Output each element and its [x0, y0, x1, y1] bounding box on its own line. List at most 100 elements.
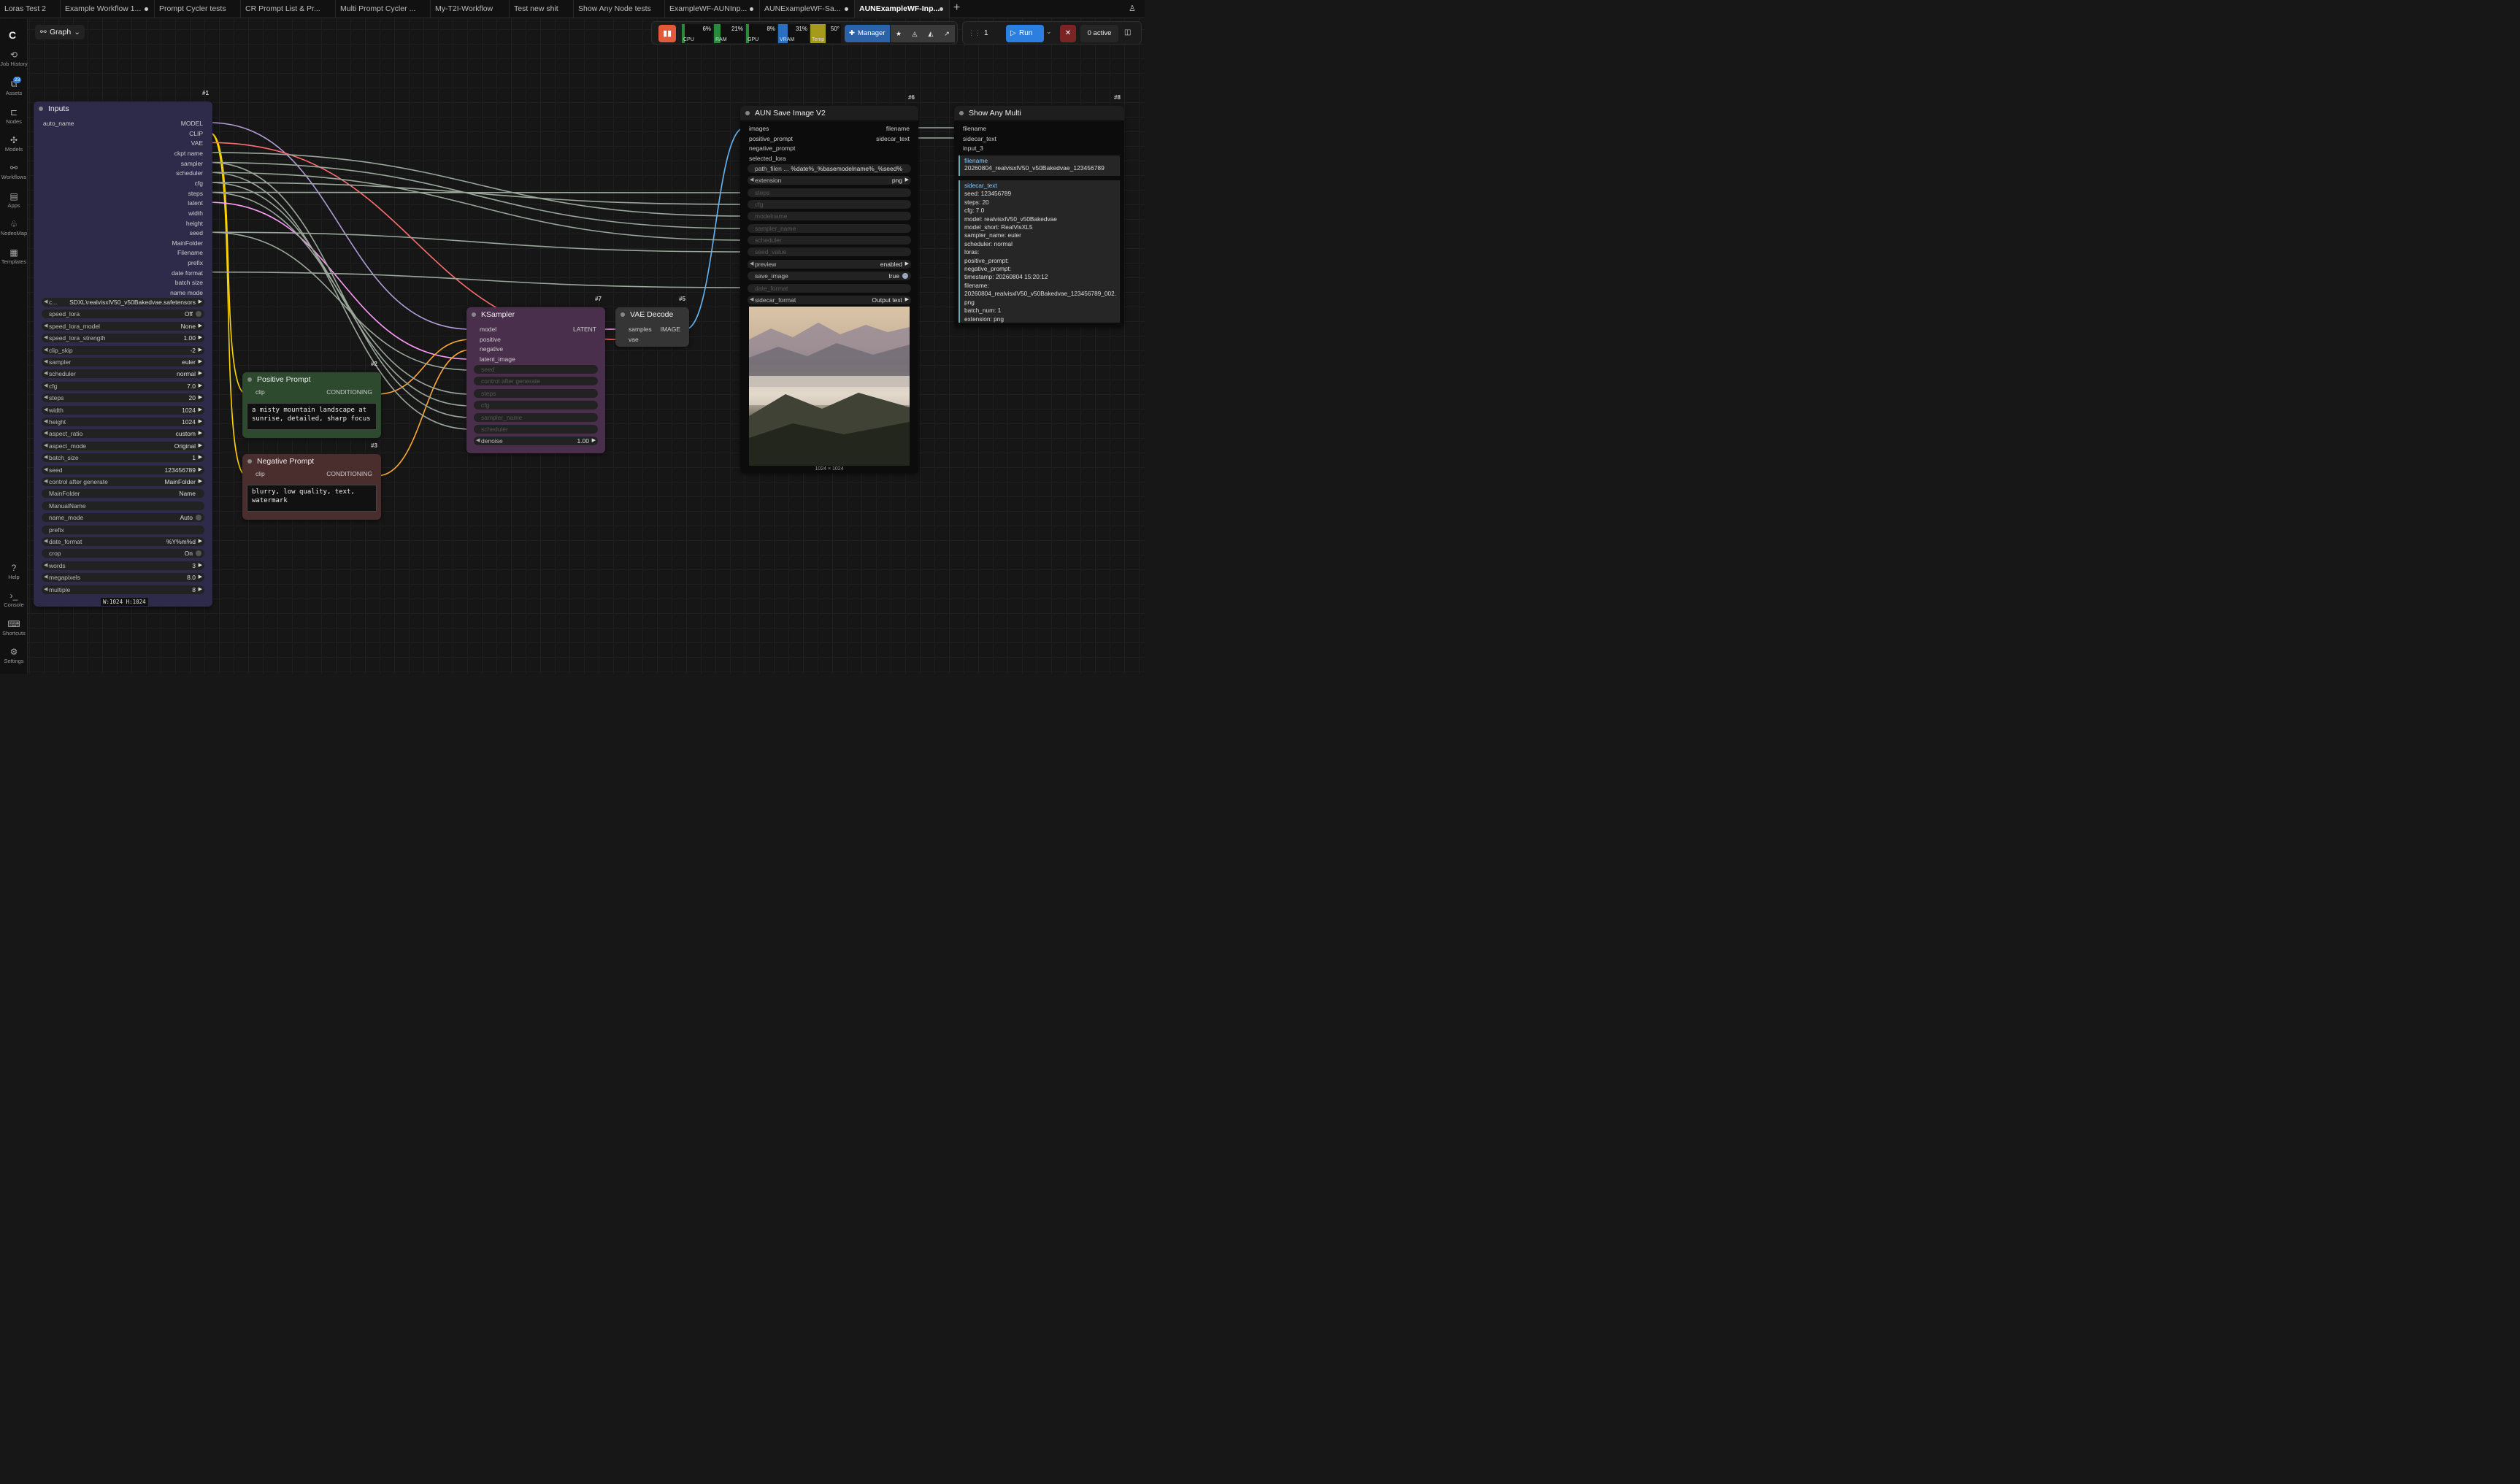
- node-widget[interactable]: steps: [748, 188, 911, 197]
- node-widget[interactable]: ◀ ▶ multiple 8: [42, 585, 204, 594]
- node-slot[interactable]: CLIP: [189, 130, 203, 137]
- decrement-arrow-icon[interactable]: ◀: [44, 358, 47, 366]
- increment-arrow-icon[interactable]: ▶: [199, 453, 202, 462]
- increment-arrow-icon[interactable]: ▶: [199, 382, 202, 391]
- increment-arrow-icon[interactable]: ▶: [199, 573, 202, 582]
- node-slot[interactable]: MODEL: [181, 120, 203, 127]
- node-widget[interactable]: scheduler: [748, 236, 911, 245]
- node-widget[interactable]: date_format: [748, 283, 911, 293]
- node-widget[interactable]: MainFolder Name: [42, 489, 204, 499]
- link-wire[interactable]: [209, 131, 247, 395]
- node-slot[interactable]: date format: [172, 269, 203, 277]
- node-widget[interactable]: control after generate: [474, 377, 598, 386]
- link-wire[interactable]: [209, 161, 745, 229]
- decrement-arrow-icon[interactable]: ◀: [44, 537, 47, 546]
- model-a-icon[interactable]: ◬: [907, 25, 923, 42]
- node-slot[interactable]: negative: [480, 345, 503, 353]
- node-vae-decode[interactable]: VAE Decode samples vae IMAGE: [615, 307, 689, 347]
- increment-arrow-icon[interactable]: ▶: [199, 322, 202, 331]
- increment-arrow-icon[interactable]: ▶: [199, 466, 202, 474]
- node-slot[interactable]: negative_prompt: [749, 145, 795, 152]
- node-slot[interactable]: sampler: [181, 160, 203, 167]
- decrement-arrow-icon[interactable]: ◀: [44, 453, 47, 462]
- node-widget[interactable]: ◀ ▶ width 1024: [42, 405, 204, 415]
- increment-arrow-icon[interactable]: ▶: [199, 561, 202, 570]
- node-widget[interactable]: cfg: [748, 200, 911, 209]
- increment-arrow-icon[interactable]: ▶: [199, 418, 202, 426]
- increment-arrow-icon[interactable]: ▶: [199, 334, 202, 342]
- node-widget[interactable]: ◀ ▶ preview enabled: [748, 259, 911, 269]
- increment-arrow-icon[interactable]: ▶: [199, 429, 202, 438]
- increment-arrow-icon[interactable]: ▶: [199, 477, 202, 486]
- node-widget[interactable]: ◀ ▶ extension png: [748, 176, 911, 185]
- link-wire[interactable]: [209, 182, 745, 205]
- node-slot[interactable]: ckpt name: [174, 150, 203, 157]
- node-widget[interactable]: sampler_name: [474, 412, 598, 422]
- decrement-arrow-icon[interactable]: ◀: [750, 296, 753, 304]
- node-widget[interactable]: name_mode Auto: [42, 513, 204, 523]
- node-title[interactable]: AUN Save Image V2: [740, 106, 918, 120]
- node-widget[interactable]: ◀ ▶ aspect_mode Original: [42, 441, 204, 450]
- node-slot[interactable]: clip: [256, 470, 265, 477]
- node-widget[interactable]: sampler_name: [748, 223, 911, 233]
- node-widget[interactable]: save_image true: [748, 272, 911, 281]
- node-widget[interactable]: speed_lora Off: [42, 310, 204, 319]
- run-button[interactable]: ▷ Run: [1006, 25, 1044, 42]
- decrement-arrow-icon[interactable]: ◀: [44, 298, 47, 307]
- increment-arrow-icon[interactable]: ▶: [199, 537, 202, 546]
- node-widget[interactable]: ◀ ▶ seed 123456789: [42, 465, 204, 474]
- increment-arrow-icon[interactable]: ▶: [199, 406, 202, 415]
- decrement-arrow-icon[interactable]: ◀: [476, 437, 480, 445]
- node-widget[interactable]: ◀ ▶ aspect_ratio custom: [42, 429, 204, 439]
- node-widget[interactable]: ◀ ▶ c... SDXL\realvisxlV50_v50Bakedvae.safe…: [42, 298, 204, 307]
- increment-arrow-icon[interactable]: ▶: [199, 585, 202, 594]
- node-slot[interactable]: Filename: [177, 249, 203, 256]
- prompt-textarea[interactable]: a misty mountain landscape at sunrise, d…: [247, 403, 377, 430]
- increment-arrow-icon[interactable]: ▶: [199, 442, 202, 450]
- increment-arrow-icon[interactable]: ▶: [905, 260, 909, 269]
- manager-button[interactable]: ✚ Manager: [845, 25, 890, 42]
- node-slot[interactable]: CONDITIONING: [326, 388, 372, 396]
- node-widget[interactable]: cfg: [474, 401, 598, 410]
- node-slot[interactable]: height: [186, 220, 203, 227]
- node-slot[interactable]: prefix: [188, 259, 203, 266]
- node-widget[interactable]: ◀ ▶ batch_size 1: [42, 453, 204, 463]
- node-widget[interactable]: crop On: [42, 549, 204, 558]
- node-slot[interactable]: seed: [190, 229, 203, 237]
- queue-count-input[interactable]: 1: [978, 25, 1003, 42]
- node-slot[interactable]: IMAGE: [661, 326, 680, 333]
- decrement-arrow-icon[interactable]: ◀: [750, 176, 753, 185]
- decrement-arrow-icon[interactable]: ◀: [44, 393, 47, 402]
- decrement-arrow-icon[interactable]: ◀: [44, 382, 47, 391]
- node-slot[interactable]: vae: [629, 336, 639, 343]
- node-show-any-multi[interactable]: Show Any Multi filename sidecar_text input_…: [954, 106, 1124, 327]
- node-slot[interactable]: positive: [480, 336, 501, 343]
- node-widget[interactable]: ◀ ▶ cfg 7.0: [42, 381, 204, 391]
- node-positive-prompt[interactable]: Positive Prompt clip CONDITIONING a misty m…: [242, 372, 381, 438]
- node-slot[interactable]: LATENT: [573, 326, 596, 333]
- node-widget[interactable]: ManualName: [42, 501, 204, 510]
- decrement-arrow-icon[interactable]: ◀: [44, 429, 47, 438]
- node-slot[interactable]: selected_lora: [749, 155, 786, 162]
- node-negative-prompt[interactable]: Negative Prompt clip CONDITIONING blurry, l…: [242, 454, 381, 520]
- model-b-icon[interactable]: ◭: [923, 25, 939, 42]
- node-slot[interactable]: sidecar_text: [876, 135, 910, 142]
- node-slot[interactable]: latent: [188, 199, 203, 207]
- node-ksampler[interactable]: KSampler model positive negative latent_imag…: [466, 307, 605, 453]
- decrement-arrow-icon[interactable]: ◀: [44, 406, 47, 415]
- node-title[interactable]: Negative Prompt: [242, 454, 381, 469]
- active-queue-button[interactable]: 0 active: [1080, 25, 1118, 42]
- node-slot[interactable]: latent_image: [480, 355, 515, 363]
- node-slot[interactable]: steps: [188, 190, 203, 197]
- decrement-arrow-icon[interactable]: ◀: [44, 573, 47, 582]
- decrement-arrow-icon[interactable]: ◀: [44, 561, 47, 570]
- node-slot[interactable]: VAE: [191, 139, 203, 147]
- node-widget[interactable]: ◀ ▶ height 1024: [42, 418, 204, 426]
- node-widget[interactable]: ◀ ▶ speed_lora_strength 1.00: [42, 334, 204, 343]
- decrement-arrow-icon[interactable]: ◀: [44, 466, 47, 474]
- node-widget[interactable]: ◀ ▶ speed_lora_model None: [42, 321, 204, 331]
- link-wire[interactable]: [209, 122, 472, 330]
- node-slot[interactable]: CONDITIONING: [326, 470, 372, 477]
- link-wire[interactable]: [209, 271, 745, 288]
- link-wire[interactable]: [209, 231, 745, 253]
